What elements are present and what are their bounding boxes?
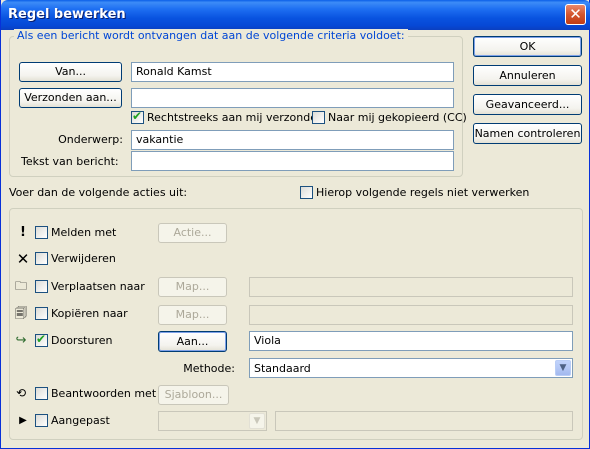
delete-label: Verwijderen xyxy=(51,252,116,265)
sent-directly-label: Rechtstreeks aan mij verzonden xyxy=(147,111,324,124)
delete-x-icon: ✕ xyxy=(16,250,30,268)
copy-label: Kopiëren naar xyxy=(51,307,128,320)
stop-rules-label: Hierop volgende regels niet verwerken xyxy=(316,186,530,199)
cancel-button[interactable]: Annuleren xyxy=(473,65,582,86)
method-select[interactable]: Standaard ▼ xyxy=(249,358,573,378)
close-button[interactable]: ✕ xyxy=(565,4,586,25)
reply-label: Beantwoorden met xyxy=(51,387,157,400)
criteria-legend: Als een bericht wordt ontvangen dat aan … xyxy=(14,29,408,42)
copy-folder-button[interactable]: Map... xyxy=(158,305,227,325)
notify-checkbox[interactable] xyxy=(35,226,48,239)
chevron-down-icon[interactable]: ▼ xyxy=(249,413,265,429)
delete-checkbox[interactable] xyxy=(35,252,48,265)
subject-label: Onderwerp: xyxy=(58,133,123,146)
advanced-button[interactable]: Geavanceerd... xyxy=(473,94,582,115)
forward-to-field[interactable]: Viola xyxy=(249,331,573,351)
forward-checkbox[interactable]: ✔ xyxy=(35,332,48,347)
actions-heading: Voer dan de volgende acties uit: xyxy=(9,186,188,199)
sent-directly-checkbox[interactable]: ✔ xyxy=(131,109,144,124)
ok-button[interactable]: OK xyxy=(473,36,582,57)
body-text-label: Tekst van bericht: xyxy=(21,155,119,168)
move-label: Verplaatsen naar xyxy=(51,280,145,293)
window-title: Regel bewerken xyxy=(8,7,126,22)
check-names-button[interactable]: Namen controleren xyxy=(473,123,582,144)
rule-edit-dialog: Regel bewerken ✕ Als een bericht wordt o… xyxy=(0,0,590,449)
title-bar[interactable]: Regel bewerken ✕ xyxy=(1,0,590,30)
copy-to-folder-icon: 🗐 xyxy=(15,306,27,320)
from-field[interactable]: Ronald Kamst xyxy=(131,62,454,82)
checkmark-icon: ✔ xyxy=(132,109,143,123)
checkmark-icon: ✔ xyxy=(36,332,47,346)
subject-field[interactable]: vakantie xyxy=(131,130,454,150)
move-folder-field[interactable] xyxy=(249,277,573,297)
template-button[interactable]: Sjabloon... xyxy=(158,385,229,405)
forward-icon: ↪ xyxy=(15,333,27,348)
custom-checkbox[interactable] xyxy=(35,414,48,427)
copy-checkbox[interactable] xyxy=(35,307,48,320)
from-button[interactable]: Van... xyxy=(19,62,122,82)
custom-field[interactable] xyxy=(275,411,573,431)
exclamation-icon: ! xyxy=(20,225,26,240)
cc-label: Naar mij gekopieerd (CC) xyxy=(328,111,467,124)
forward-to-button[interactable]: Aan... xyxy=(158,331,227,352)
method-value: Standaard xyxy=(254,362,311,375)
triangle-right-icon: ▶ xyxy=(19,415,27,426)
reply-template-icon: ⟲ xyxy=(15,386,27,400)
stop-rules-checkbox[interactable] xyxy=(300,186,313,199)
action-button[interactable]: Actie... xyxy=(158,223,227,243)
chevron-down-icon[interactable]: ▼ xyxy=(555,360,571,376)
sent-to-field[interactable] xyxy=(131,88,454,108)
method-label: Methode: xyxy=(183,362,235,375)
move-to-folder-icon: 🗀 xyxy=(14,279,27,293)
move-checkbox[interactable] xyxy=(35,280,48,293)
reply-checkbox[interactable] xyxy=(35,387,48,400)
cc-checkbox[interactable] xyxy=(312,111,325,124)
forward-label: Doorsturen xyxy=(51,334,113,347)
notify-label: Melden met xyxy=(51,226,117,239)
body-text-field[interactable] xyxy=(131,151,454,171)
move-folder-button[interactable]: Map... xyxy=(158,277,227,297)
custom-select[interactable]: ▼ xyxy=(158,411,267,431)
sent-to-button[interactable]: Verzonden aan... xyxy=(19,88,122,108)
copy-folder-field[interactable] xyxy=(249,305,573,325)
custom-label: Aangepast xyxy=(51,414,110,427)
